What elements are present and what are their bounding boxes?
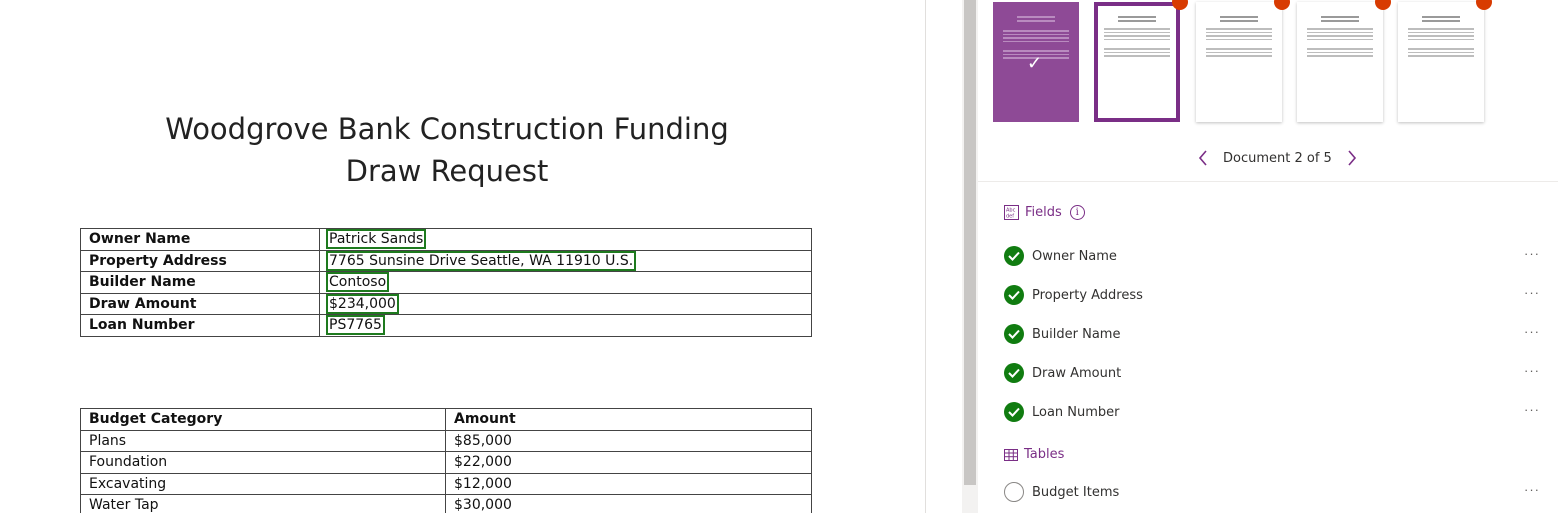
checkmark-circle-icon xyxy=(1004,285,1024,305)
extracted-value-draw-amount[interactable]: $234,000 xyxy=(326,293,399,314)
field-name: Builder Name xyxy=(1032,326,1121,342)
tables-section-header: Tables xyxy=(1004,447,1064,462)
table-row: Property Address 7765 Sunsine Drive Seat… xyxy=(80,249,812,272)
tables-header-label: Tables xyxy=(1024,447,1065,462)
field-value-cell: Contoso xyxy=(319,271,812,294)
more-options-button[interactable]: ··· xyxy=(1524,324,1540,339)
document-title-line-2: Draw Request xyxy=(345,154,549,188)
checkmark-circle-icon xyxy=(1004,402,1024,422)
table-row: Owner Name Patrick Sands xyxy=(80,228,812,251)
attention-dot-icon xyxy=(1375,0,1391,10)
more-options-button[interactable]: ··· xyxy=(1524,482,1540,497)
document-title-line-1: Woodgrove Bank Construction Funding xyxy=(165,112,729,146)
previous-document-button[interactable] xyxy=(1193,148,1213,168)
chevron-left-icon xyxy=(1198,150,1207,166)
table-row: Draw Amount $234,000 xyxy=(80,292,812,315)
document-thumbnail-2[interactable] xyxy=(1094,0,1188,122)
chevron-right-icon xyxy=(1348,150,1356,166)
table-row: Plans $85,000 xyxy=(80,429,812,452)
field-label: Builder Name xyxy=(80,271,320,294)
more-options-button[interactable]: ··· xyxy=(1524,285,1540,300)
more-options-button[interactable]: ··· xyxy=(1524,402,1540,417)
extracted-value-owner-name[interactable]: Patrick Sands xyxy=(325,229,427,250)
document-thumbnail-5[interactable] xyxy=(1398,0,1492,122)
budget-amount: $22,000 xyxy=(445,451,812,474)
info-table: Owner Name Patrick Sands Property Addres… xyxy=(80,228,812,337)
checkmark-circle-icon xyxy=(1004,246,1024,266)
table-row: Loan Number PS7765 xyxy=(80,314,812,337)
field-item-owner-name[interactable]: Owner Name ··· xyxy=(1004,244,1544,268)
budget-table: Budget Category Amount Plans $85,000 Fou… xyxy=(80,408,812,513)
field-value-cell: Patrick Sands xyxy=(319,228,812,251)
table-item-budget-items[interactable]: Budget Items ··· xyxy=(1004,480,1544,504)
pane-divider xyxy=(925,0,926,513)
extracted-value-loan-number[interactable]: PS7765 xyxy=(326,315,385,336)
attention-dot-icon xyxy=(1172,0,1188,10)
checkmark-circle-icon xyxy=(1004,363,1024,383)
field-item-loan-number[interactable]: Loan Number ··· xyxy=(1004,400,1544,424)
field-label: Property Address xyxy=(80,249,320,272)
section-divider xyxy=(978,181,1558,182)
field-name: Draw Amount xyxy=(1032,365,1122,381)
checkmark-circle-icon xyxy=(1004,324,1024,344)
field-value-cell: PS7765 xyxy=(319,314,812,337)
table-name: Budget Items xyxy=(1032,484,1120,500)
thumbnail-preview xyxy=(1307,16,1373,57)
text-field-icon: Abc def xyxy=(1004,205,1019,220)
thumbnail-preview xyxy=(1104,16,1170,57)
column-header: Budget Category xyxy=(80,408,446,431)
field-item-property-address[interactable]: Property Address ··· xyxy=(1004,283,1544,307)
attention-dot-icon xyxy=(1476,0,1492,10)
thumbnail-preview xyxy=(1206,16,1272,57)
field-item-builder-name[interactable]: Builder Name ··· xyxy=(1004,322,1544,346)
field-value-cell: 7765 Sunsine Drive Seattle, WA 11910 U.S… xyxy=(319,249,812,272)
table-row: Water Tap $30,000 xyxy=(80,494,812,513)
budget-category: Excavating xyxy=(80,472,446,495)
budget-category: Foundation xyxy=(80,451,446,474)
budget-amount: $85,000 xyxy=(445,429,812,452)
fields-section-header: Abc def Fields i xyxy=(1004,205,1085,220)
document-viewer: Woodgrove Bank Construction Funding Draw… xyxy=(0,0,925,513)
pager-label: Document 2 of 5 xyxy=(1223,150,1332,166)
attention-dot-icon xyxy=(1274,0,1290,10)
checkmark-icon: ✓ xyxy=(1027,53,1043,73)
next-document-button[interactable] xyxy=(1342,148,1362,168)
svg-text:def: def xyxy=(1006,214,1014,220)
document-thumbnail-1[interactable]: ✓ xyxy=(993,2,1079,122)
document-pager: Document 2 of 5 xyxy=(1193,147,1362,169)
field-item-draw-amount[interactable]: Draw Amount ··· xyxy=(1004,361,1544,385)
field-name: Owner Name xyxy=(1032,248,1117,264)
table-icon xyxy=(1004,448,1018,461)
table-row: Builder Name Contoso xyxy=(80,271,812,294)
table-row: Excavating $12,000 xyxy=(80,472,812,495)
field-label: Loan Number xyxy=(80,314,320,337)
more-options-button[interactable]: ··· xyxy=(1524,363,1540,378)
column-header: Amount xyxy=(445,408,812,431)
document-title: Woodgrove Bank Construction Funding Draw… xyxy=(82,108,812,192)
budget-amount: $30,000 xyxy=(445,494,812,513)
budget-category: Plans xyxy=(80,429,446,452)
field-name: Property Address xyxy=(1032,287,1143,303)
extracted-value-builder-name[interactable]: Contoso xyxy=(325,272,390,293)
fields-header-label: Fields xyxy=(1025,205,1062,220)
field-name: Loan Number xyxy=(1032,404,1120,420)
field-label: Draw Amount xyxy=(80,292,320,315)
info-icon[interactable]: i xyxy=(1069,205,1085,220)
budget-amount: $12,000 xyxy=(445,472,812,495)
scrollbar-thumb[interactable] xyxy=(964,0,976,485)
thumbnail-preview xyxy=(1408,16,1474,57)
more-options-button[interactable]: ··· xyxy=(1524,246,1540,261)
field-label: Owner Name xyxy=(80,228,320,251)
document-thumbnail-4[interactable] xyxy=(1297,0,1391,122)
field-value-cell: $234,000 xyxy=(319,292,812,315)
table-header-row: Budget Category Amount xyxy=(80,408,812,431)
table-row: Foundation $22,000 xyxy=(80,451,812,474)
extracted-value-property-address[interactable]: 7765 Sunsine Drive Seattle, WA 11910 U.S… xyxy=(325,250,637,271)
budget-category: Water Tap xyxy=(80,494,446,513)
document-thumbnail-3[interactable] xyxy=(1196,0,1290,122)
empty-circle-icon xyxy=(1004,482,1024,502)
